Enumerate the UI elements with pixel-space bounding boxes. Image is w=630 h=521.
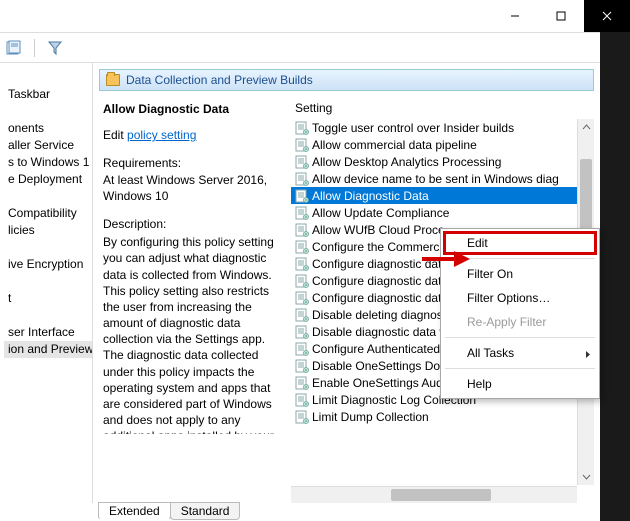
tree-pane[interactable]: Taskbar onentsaller Services to Windows 1… [0, 63, 93, 503]
tree-item[interactable] [4, 69, 92, 86]
submenu-arrow-icon [585, 347, 591, 363]
context-separator [445, 368, 595, 369]
tree-item[interactable] [4, 188, 92, 205]
policy-icon [295, 308, 309, 322]
category-title: Data Collection and Preview Builds [126, 73, 313, 87]
filter-icon[interactable] [47, 40, 63, 56]
description-label: Description: [103, 216, 281, 232]
setting-label: Allow Diagnostic Data [312, 189, 429, 203]
setting-row[interactable]: Allow Desktop Analytics Processing [291, 153, 594, 170]
tree-item[interactable]: aller Service [4, 137, 92, 154]
policy-icon [295, 189, 309, 203]
tree-item[interactable] [4, 273, 92, 290]
context-filter-options[interactable]: Filter Options… [443, 286, 597, 310]
window-body: Taskbar onentsaller Services to Windows 1… [0, 32, 600, 521]
setting-label: Allow device name to be sent in Windows … [312, 172, 559, 186]
tree-item[interactable]: ser Interface [4, 324, 92, 341]
policy-icon [295, 206, 309, 220]
maximize-button[interactable] [538, 0, 584, 32]
scroll-down-button[interactable] [578, 468, 594, 485]
requirements-text: At least Windows Server 2016, Windows 10 [103, 172, 281, 204]
policy-icon [295, 257, 309, 271]
policy-icon [295, 121, 309, 135]
tree-item[interactable] [4, 307, 92, 324]
tree-item[interactable]: s to Windows 1 [4, 154, 92, 171]
category-header: Data Collection and Preview Builds [99, 69, 594, 91]
policy-icon [295, 138, 309, 152]
tree-item[interactable]: Compatibility [4, 205, 92, 222]
horizontal-scrollbar[interactable] [291, 486, 577, 503]
tree-item[interactable]: onents [4, 120, 92, 137]
tree-item[interactable] [4, 239, 92, 256]
scroll-up-button[interactable] [578, 119, 594, 136]
policy-icon [295, 223, 309, 237]
properties-icon[interactable] [6, 40, 22, 56]
tree-item[interactable]: Taskbar [4, 86, 92, 103]
view-tabs: Extended Standard [98, 502, 239, 520]
requirements-label: Requirements: [103, 155, 281, 171]
close-button[interactable] [584, 0, 630, 32]
minimize-button[interactable] [492, 0, 538, 32]
policy-icon [295, 376, 309, 390]
toolbar-divider [34, 39, 35, 57]
policy-icon [295, 274, 309, 288]
setting-label: Limit Dump Collection [312, 410, 429, 424]
setting-label: Configure diagnostic dat [312, 274, 441, 288]
setting-row[interactable]: Toggle user control over Insider builds [291, 119, 594, 136]
tree-item[interactable]: e Deployment [4, 171, 92, 188]
context-reapply-filter: Re-Apply Filter [443, 310, 597, 334]
edit-policy-link[interactable]: policy setting [127, 128, 196, 142]
setting-row[interactable]: Allow Update Compliance [291, 204, 594, 221]
edit-line: Edit policy setting [103, 127, 281, 143]
policy-title: Allow Diagnostic Data [103, 101, 281, 117]
setting-row[interactable]: Limit Dump Collection [291, 408, 594, 425]
setting-label: Configure diagnostic dat [312, 291, 441, 305]
scroll-thumb-horizontal[interactable] [391, 489, 491, 501]
context-help[interactable]: Help [443, 372, 597, 396]
setting-label: Allow commercial data pipeline [312, 138, 477, 152]
setting-header[interactable]: Setting [291, 97, 594, 119]
setting-row[interactable]: Allow device name to be sent in Windows … [291, 170, 594, 187]
context-all-tasks[interactable]: All Tasks [443, 341, 597, 365]
context-separator [445, 337, 595, 338]
setting-row[interactable]: Allow commercial data pipeline [291, 136, 594, 153]
tab-standard[interactable]: Standard [170, 502, 241, 520]
policy-icon [295, 393, 309, 407]
policy-icon [295, 291, 309, 305]
policy-icon [295, 359, 309, 373]
toolbar [0, 33, 600, 63]
tree-item[interactable] [4, 103, 92, 120]
context-all-tasks-label: All Tasks [467, 346, 514, 360]
window-titlebar [0, 0, 630, 32]
setting-label: Toggle user control over Insider builds [312, 121, 514, 135]
annotation-arrow [420, 249, 470, 272]
policy-icon [295, 172, 309, 186]
tree-item[interactable]: licies [4, 222, 92, 239]
tree-item[interactable] [4, 358, 92, 375]
setting-row[interactable]: Allow Diagnostic Data [291, 187, 594, 204]
tree-item[interactable]: t [4, 290, 92, 307]
setting-label: Disable deleting diagnost [312, 308, 446, 322]
setting-label: Allow Update Compliance [312, 206, 449, 220]
policy-icon [295, 325, 309, 339]
setting-label: Allow Desktop Analytics Processing [312, 155, 501, 169]
description-column: Allow Diagnostic Data Edit policy settin… [99, 97, 291, 503]
tree-item[interactable]: ive Encryption [4, 256, 92, 273]
tab-extended[interactable]: Extended [98, 502, 171, 520]
policy-icon [295, 410, 309, 424]
scroll-thumb-vertical[interactable] [580, 159, 592, 239]
setting-label: Allow WUfB Cloud Proce [312, 223, 445, 237]
policy-icon [295, 240, 309, 254]
policy-icon [295, 155, 309, 169]
policy-icon [295, 342, 309, 356]
folder-icon [106, 74, 120, 86]
description-text: By configuring this policy setting you c… [103, 234, 281, 434]
edit-prefix: Edit [103, 128, 124, 142]
tree-item[interactable]: ion and Preview [4, 341, 92, 358]
